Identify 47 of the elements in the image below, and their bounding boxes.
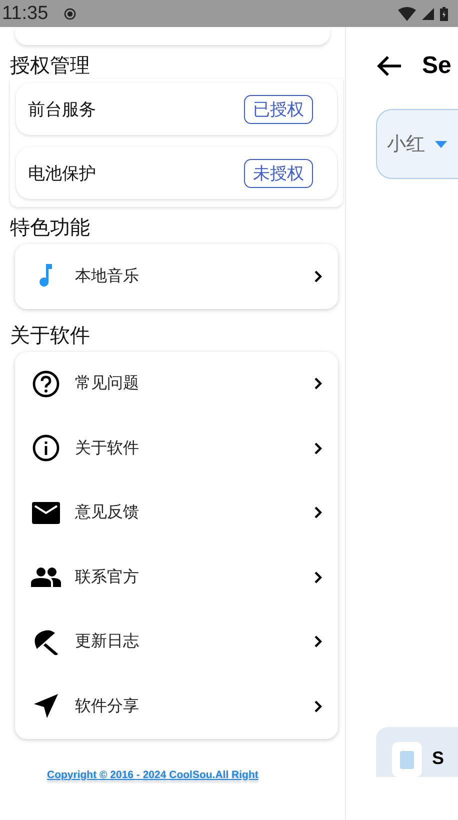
chevron-right-icon <box>314 377 322 390</box>
chevron-right-icon <box>314 635 322 648</box>
copyright-link[interactable]: Copyright © 2016 - 2024 CoolSou.All Right <box>47 768 258 780</box>
permission-label: 电池保护 <box>28 162 97 184</box>
back-icon[interactable] <box>376 55 402 77</box>
menu-item[interactable]: 意见反馈 <box>31 480 322 545</box>
menu-label: 本地音乐 <box>75 266 140 287</box>
menu-item[interactable]: 软件分享 <box>31 674 322 738</box>
menu-item[interactable]: 关于软件 <box>31 416 322 480</box>
menu-item[interactable]: 本地音乐 <box>31 244 322 308</box>
menu-item[interactable]: 更新日志 <box>31 610 322 674</box>
permission-label: 前台服务 <box>28 98 97 120</box>
page-title: Se <box>422 52 452 80</box>
permission-row[interactable]: 电池保护 未授权 <box>16 147 337 199</box>
chevron-right-icon <box>314 700 322 713</box>
chevron-right-icon <box>314 570 322 584</box>
dropdown-caret-icon <box>435 140 447 148</box>
people-icon <box>31 567 61 588</box>
menu-label: 联系官方 <box>75 566 140 588</box>
menu-label: 关于软件 <box>75 438 140 459</box>
help-icon <box>31 370 61 398</box>
signal-icon <box>422 8 434 20</box>
section-title: 授权管理 <box>9 52 91 79</box>
chevron-right-icon <box>314 270 322 283</box>
menu-item[interactable]: 常见问题 <box>31 352 322 416</box>
menu-label: 软件分享 <box>75 696 140 717</box>
record-icon <box>64 8 76 20</box>
mail-icon <box>31 502 61 524</box>
permission-status[interactable]: 已授权 <box>244 94 313 124</box>
battery-icon <box>440 6 448 20</box>
menu-item[interactable]: 联系官方 <box>31 545 322 610</box>
menu-label: 常见问题 <box>75 373 140 394</box>
status-time: 11:35 <box>2 2 48 24</box>
menu-label: 意见反馈 <box>75 502 140 524</box>
menu-label: 更新日志 <box>75 631 140 652</box>
app-card[interactable]: S <box>376 727 458 777</box>
chevron-right-icon <box>314 442 322 455</box>
section-title: 特色功能 <box>9 214 91 241</box>
name-dropdown[interactable]: 小红 <box>376 109 458 179</box>
permission-status[interactable]: 未授权 <box>244 158 313 188</box>
chevron-right-icon <box>314 506 322 520</box>
section-title: 关于软件 <box>9 322 91 348</box>
permission-row[interactable]: 前台服务 已授权 <box>16 83 337 135</box>
wifi-icon <box>398 6 416 20</box>
info-icon <box>31 434 61 462</box>
app-icon <box>392 742 422 777</box>
app-card-title: S <box>432 747 444 769</box>
